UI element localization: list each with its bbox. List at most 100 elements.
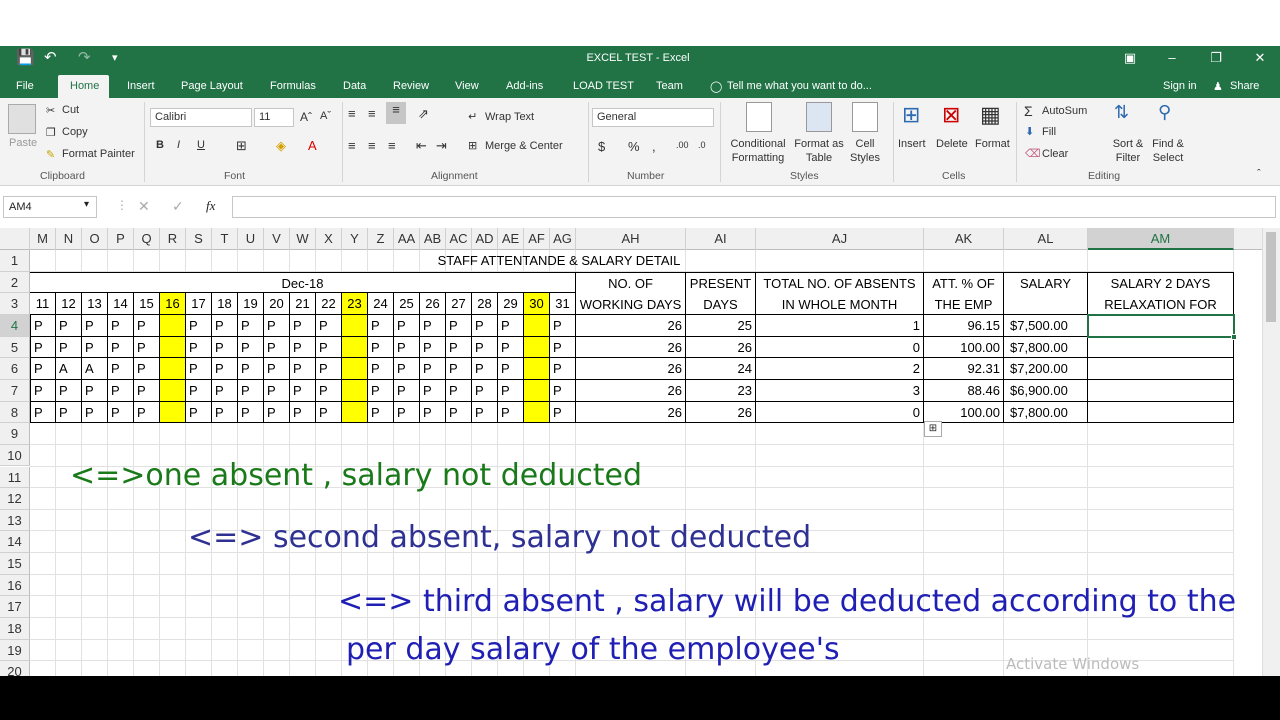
format-painter-button[interactable]: Format Painter	[62, 148, 135, 160]
attendance-cell[interactable]: P	[316, 314, 342, 337]
font-color-icon[interactable]: A	[308, 138, 317, 153]
att-percent-cell[interactable]: 100.00	[924, 336, 1004, 359]
attendance-cell[interactable]: P	[368, 379, 394, 402]
increase-indent-icon[interactable]: ⇥	[436, 138, 447, 154]
attendance-cell[interactable]: P	[472, 358, 498, 380]
salary-cell[interactable]: $6,900.00	[1004, 379, 1088, 402]
align-bottom-icon[interactable]: ≡	[386, 102, 406, 124]
fill-handle[interactable]	[1231, 333, 1237, 340]
tab-page-layout[interactable]: Page Layout	[181, 80, 243, 92]
attendance-cell[interactable]	[524, 379, 550, 402]
attendance-cell[interactable]	[524, 314, 550, 337]
column-header[interactable]: AJ	[756, 228, 924, 250]
day-header[interactable]: 31	[550, 293, 576, 315]
column-header[interactable]: AI	[686, 228, 756, 250]
attendance-cell[interactable]: P	[238, 358, 264, 380]
relaxation-header[interactable]: SALARY 2 DAYS RELAXATION FOR	[1088, 271, 1234, 315]
attendance-cell[interactable]: P	[238, 314, 264, 337]
fill-icon[interactable]: ⬇	[1025, 125, 1034, 138]
attendance-cell[interactable]: P	[264, 314, 290, 337]
attendance-cell[interactable]: P	[472, 314, 498, 337]
attendance-cell[interactable]: P	[394, 358, 420, 380]
format-cells-icon[interactable]: ▦	[980, 102, 1001, 128]
fill-color-icon[interactable]: ◈	[276, 138, 286, 154]
day-header[interactable]: 24	[368, 293, 394, 315]
cut-button[interactable]: Cut	[62, 104, 79, 116]
row-header[interactable]: 8	[0, 401, 30, 424]
attendance-cell[interactable]: P	[550, 314, 576, 337]
format-painter-icon[interactable]: ✎	[46, 148, 55, 161]
attendance-cell[interactable]	[160, 336, 186, 359]
font-name-dropdown[interactable]: Calibri	[150, 108, 252, 127]
working-days-cell[interactable]: 26	[576, 336, 686, 359]
merge-center-icon[interactable]: ⊞	[468, 139, 477, 152]
attendance-cell[interactable]: P	[186, 314, 212, 337]
attendance-cell[interactable]: P	[290, 336, 316, 359]
attendance-cell[interactable]: P	[56, 314, 82, 337]
attendance-cell[interactable]: P	[394, 379, 420, 402]
day-header[interactable]: 19	[238, 293, 264, 315]
month-header[interactable]: Dec-18	[30, 271, 576, 294]
attendance-cell[interactable]: P	[56, 336, 82, 359]
attendance-cell[interactable]: P	[212, 336, 238, 359]
attendance-cell[interactable]: P	[290, 314, 316, 337]
attendance-cell[interactable]: P	[82, 379, 108, 402]
tab-formulas[interactable]: Formulas	[270, 80, 316, 92]
italic-button[interactable]: I	[177, 139, 180, 151]
row-header[interactable]: 19	[0, 639, 30, 662]
absents-cell[interactable]: 0	[756, 401, 924, 424]
attendance-cell[interactable]: P	[186, 358, 212, 380]
close-icon[interactable]: ✕	[1248, 49, 1272, 67]
cancel-entry-icon[interactable]: ✕	[138, 198, 150, 215]
column-header[interactable]: O	[82, 228, 108, 250]
column-header[interactable]: AF	[524, 228, 550, 250]
attendance-cell[interactable]	[524, 336, 550, 359]
wrap-text-button[interactable]: Wrap Text	[485, 111, 534, 123]
relaxation-cell[interactable]	[1088, 401, 1234, 424]
attendance-cell[interactable]: P	[446, 358, 472, 380]
attendance-cell[interactable]: P	[186, 401, 212, 424]
attendance-cell[interactable]: P	[316, 358, 342, 380]
percent-icon[interactable]: %	[628, 139, 640, 154]
tab-insert[interactable]: Insert	[127, 80, 155, 92]
tab-file[interactable]: File	[16, 80, 34, 92]
align-center-icon[interactable]: ≡	[368, 138, 376, 153]
align-middle-icon[interactable]: ≡	[368, 106, 376, 121]
attendance-cell[interactable]: P	[420, 358, 446, 380]
day-header[interactable]: 15	[134, 293, 160, 315]
attendance-cell[interactable]: P	[56, 379, 82, 402]
day-header[interactable]: 21	[290, 293, 316, 315]
shrink-font-icon[interactable]: Aˇ	[320, 110, 331, 122]
column-header[interactable]: AM	[1088, 228, 1234, 250]
attendance-cell[interactable]: P	[134, 358, 160, 380]
salary-cell[interactable]: $7,800.00	[1004, 336, 1088, 359]
find-select-button[interactable]: Find & Select	[1148, 137, 1188, 165]
column-header[interactable]: AA	[394, 228, 420, 250]
conditional-formatting-icon[interactable]	[746, 102, 772, 132]
attendance-cell[interactable]: P	[108, 358, 134, 380]
attendance-cell[interactable]: P	[420, 314, 446, 337]
attendance-cell[interactable]: P	[108, 336, 134, 359]
column-header[interactable]: AK	[924, 228, 1004, 250]
clear-button[interactable]: Clear	[1042, 148, 1068, 160]
attendance-cell[interactable]: P	[56, 401, 82, 424]
row-header[interactable]: 4	[0, 314, 30, 337]
worksheet-grid[interactable]: M N O P Q R S T U V W X Y Z AA AB AC AD AE AF AG AH AI AJ AK AL AM…	[0, 228, 1262, 676]
attendance-cell[interactable]: P	[420, 336, 446, 359]
attendance-cell[interactable]: P	[550, 336, 576, 359]
attendance-cell[interactable]	[160, 379, 186, 402]
row-header[interactable]: 13	[0, 509, 30, 532]
row-header[interactable]: 11	[0, 466, 30, 489]
salary-cell[interactable]: $7,200.00	[1004, 358, 1088, 380]
column-header[interactable]: Q	[134, 228, 160, 250]
cell-styles-button[interactable]: Cell Styles	[845, 137, 885, 165]
salary-header[interactable]: SALARY	[1004, 271, 1088, 315]
day-header[interactable]: 27	[446, 293, 472, 315]
column-header[interactable]: Z	[368, 228, 394, 250]
attendance-cell[interactable]: P	[316, 379, 342, 402]
sort-filter-icon[interactable]: ⇅	[1114, 102, 1129, 123]
present-days-cell[interactable]: 26	[686, 401, 756, 424]
column-header[interactable]: AL	[1004, 228, 1088, 250]
grow-font-icon[interactable]: Aˆ	[300, 110, 312, 124]
attendance-cell[interactable]: P	[186, 379, 212, 402]
